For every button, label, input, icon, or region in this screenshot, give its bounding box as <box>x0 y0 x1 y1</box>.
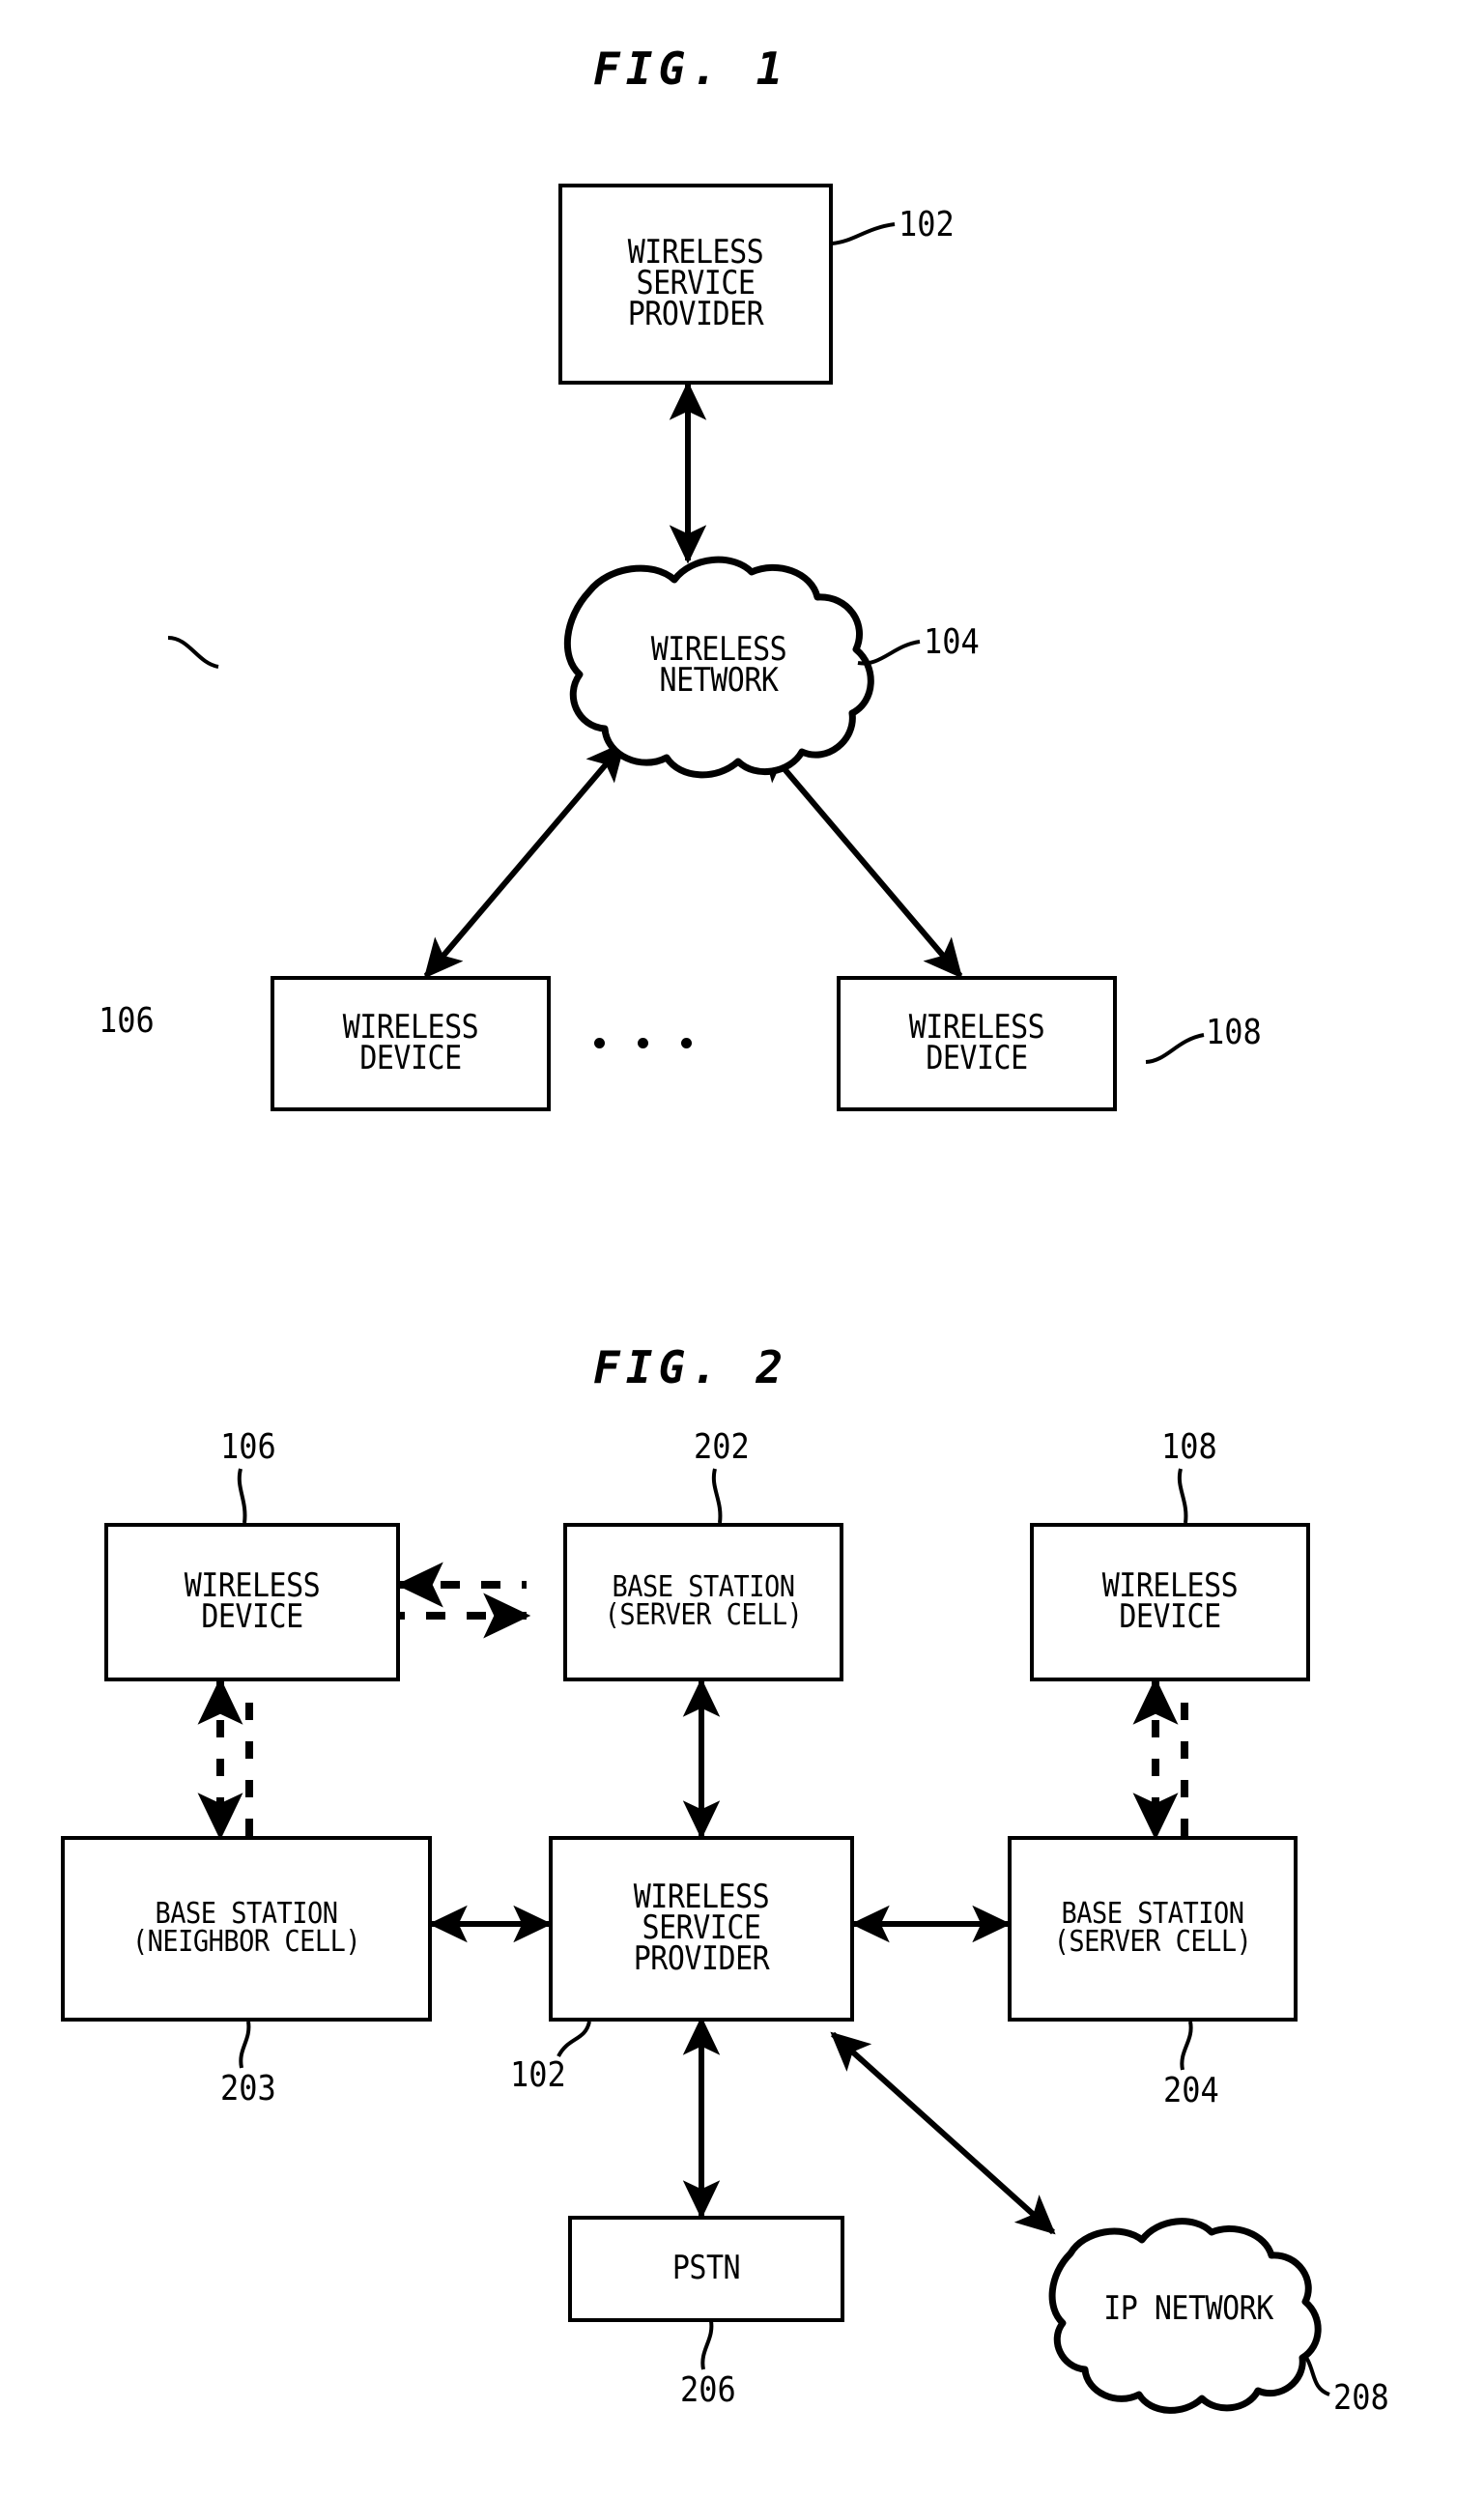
fig2-bs204-line-2: (SERVER CELL) <box>1053 1925 1252 1959</box>
fig1-ref-108: 108 <box>1206 1012 1262 1052</box>
fig2-ip-network-cloud-shape <box>1048 2218 1322 2414</box>
fig2-ref-203: 203 <box>220 2068 276 2109</box>
figure-1-title: FIG. 1 <box>593 43 789 95</box>
fig2-wireless-service-provider-102-box[interactable]: WIRELESS SERVICE PROVIDER <box>549 1836 854 2022</box>
fig2-device108-line-2: DEVICE <box>1119 1597 1221 1637</box>
fig2-wireless-link-108-204 <box>1132 1677 1188 1841</box>
fig2-wireless-device-106-box[interactable]: WIRELESS DEVICE <box>104 1523 400 1681</box>
fig2-wsp102-line-3: PROVIDER <box>633 1939 770 1978</box>
fig1-device-left-line-2: DEVICE <box>359 1039 462 1078</box>
fig2-base-station-202-box[interactable]: BASE STATION (SERVER CELL) <box>563 1523 843 1681</box>
fig1-leader-106 <box>167 636 219 669</box>
fig2-connector-102-ip-network <box>830 2031 1056 2235</box>
fig2-base-station-204-box[interactable]: BASE STATION (SERVER CELL) <box>1008 1836 1298 2022</box>
fig1-wsp-line-3: PROVIDER <box>627 295 764 333</box>
fig1-wireless-network-cloud-shape <box>563 556 874 779</box>
fig1-wireless-service-provider-box[interactable]: WIRELESS SERVICE PROVIDER <box>558 184 833 385</box>
fig2-leader-202 <box>711 1468 723 1524</box>
fig2-leader-106 <box>237 1468 247 1524</box>
fig2-pstn-box[interactable]: PSTN <box>568 2216 844 2322</box>
fig2-wireless-link-106-202 <box>395 1562 531 1639</box>
fig1-wireless-device-left-box[interactable]: WIRELESS DEVICE <box>271 976 551 1111</box>
patent-drawing-sheet: FIG. 1 WIRELESS SERVICE PROVIDER 102 WIR… <box>0 0 1484 2496</box>
fig2-leader-204 <box>1180 2021 1193 2071</box>
fig2-leader-108 <box>1177 1468 1188 1524</box>
fig1-wireless-device-right-box[interactable]: WIRELESS DEVICE <box>837 976 1117 1111</box>
fig1-ellipsis <box>594 1038 692 1048</box>
fig2-ref-102: 102 <box>510 2054 566 2095</box>
fig2-bs203-line-2: (NEIGHBOR CELL) <box>131 1925 361 1959</box>
fig2-ref-206: 206 <box>680 2369 736 2410</box>
fig2-ref-106: 106 <box>220 1426 276 1467</box>
fig2-ref-208: 208 <box>1333 2377 1389 2418</box>
fig2-device106-line-2: DEVICE <box>201 1597 303 1637</box>
fig1-ref-106: 106 <box>99 1000 155 1041</box>
fig1-connector-network-to-device-106 <box>423 741 626 979</box>
figure-2-title: FIG. 2 <box>593 1341 789 1393</box>
fig1-ref-104: 104 <box>924 621 980 662</box>
fig1-connector-network-to-device-108 <box>760 741 963 979</box>
fig1-leader-102 <box>831 222 896 245</box>
fig2-leader-102 <box>556 2021 591 2058</box>
fig2-leader-203 <box>239 2021 251 2069</box>
fig2-wireless-device-108-box[interactable]: WIRELESS DEVICE <box>1030 1523 1310 1681</box>
fig2-wireless-link-106-203 <box>197 1677 253 1841</box>
fig2-leader-206 <box>700 2320 714 2370</box>
fig2-ref-108: 108 <box>1161 1426 1217 1467</box>
fig1-device-right-line-2: DEVICE <box>926 1039 1028 1078</box>
fig2-pstn-line-1: PSTN <box>671 2249 741 2288</box>
fig2-bs202-line-2: (SERVER CELL) <box>604 1598 803 1632</box>
fig1-leader-108 <box>1145 1033 1205 1064</box>
fig2-base-station-203-box[interactable]: BASE STATION (NEIGHBOR CELL) <box>61 1836 432 2022</box>
fig2-ref-202: 202 <box>694 1426 750 1467</box>
fig1-ref-102: 102 <box>899 204 955 244</box>
fig2-ref-204: 204 <box>1163 2070 1219 2110</box>
